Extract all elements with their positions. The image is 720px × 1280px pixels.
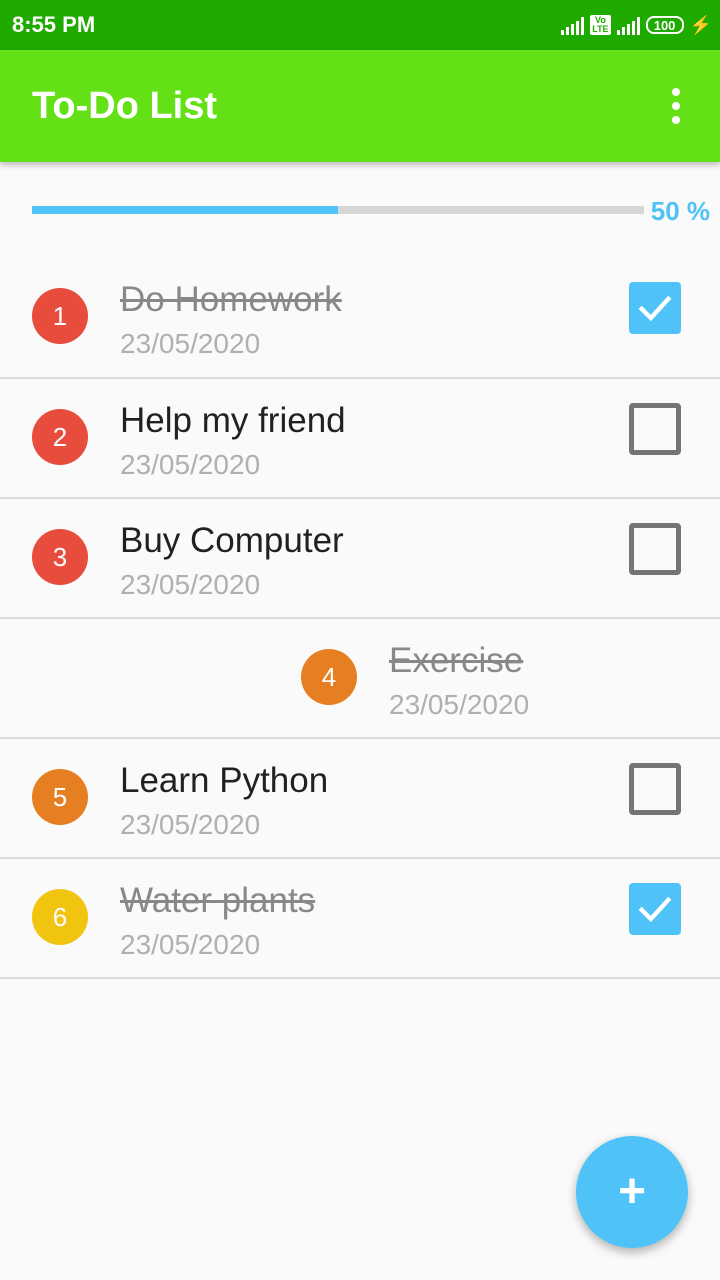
status-bar: 8:55 PM Vo LTE 100 ⚡ xyxy=(0,0,720,50)
task-number-badge: 2 xyxy=(32,409,88,465)
task-row-swiping[interactable]: 4 Exercise 23/05/2020 xyxy=(0,619,720,739)
task-title: Help my friend xyxy=(120,401,346,440)
task-date: 23/05/2020 xyxy=(389,689,530,720)
volte-icon: Vo LTE xyxy=(590,15,611,35)
task-date: 23/05/2020 xyxy=(120,929,261,960)
progress-bar xyxy=(32,206,644,214)
task-row[interactable]: 3 Buy Computer 23/05/2020 xyxy=(0,499,720,619)
task-date: 23/05/2020 xyxy=(120,569,261,600)
task-title: Do Homework xyxy=(120,280,342,319)
charging-icon: ⚡ xyxy=(689,15,712,35)
task-checkbox[interactable] xyxy=(629,523,681,575)
task-checkbox[interactable] xyxy=(629,883,681,935)
task-number-badge: 6 xyxy=(32,889,88,945)
add-task-button[interactable]: + xyxy=(576,1136,688,1248)
task-list: 1 Do Homework 23/05/2020 2 Help my frien… xyxy=(0,258,720,979)
task-number-badge: 1 xyxy=(32,288,88,344)
task-checkbox[interactable] xyxy=(629,763,681,815)
task-row[interactable]: 1 Do Homework 23/05/2020 xyxy=(0,258,720,379)
task-row[interactable]: 6 Water plants 23/05/2020 xyxy=(0,859,720,979)
task-number-badge: 3 xyxy=(32,529,88,585)
task-date: 23/05/2020 xyxy=(120,328,261,359)
add-icon: + xyxy=(617,1165,647,1218)
app-bar: To-Do List xyxy=(0,50,720,162)
task-title: Learn Python xyxy=(120,761,329,800)
task-title: Buy Computer xyxy=(120,521,344,560)
task-row[interactable]: 5 Learn Python 23/05/2020 xyxy=(0,739,720,859)
task-number-badge: 5 xyxy=(32,769,88,825)
status-time: 8:55 PM xyxy=(12,12,96,37)
more-vert-icon[interactable] xyxy=(660,88,692,124)
check-icon xyxy=(638,295,672,322)
task-checkbox[interactable] xyxy=(629,403,681,455)
battery-icon: 100 xyxy=(645,16,684,34)
task-title: Exercise xyxy=(389,641,524,680)
task-checkbox[interactable] xyxy=(629,282,681,334)
check-icon xyxy=(638,896,672,923)
task-row[interactable]: 2 Help my friend 23/05/2020 xyxy=(0,379,720,499)
battery-level: 100 xyxy=(653,17,676,33)
task-title: Water plants xyxy=(120,881,316,920)
task-number-badge: 4 xyxy=(301,649,357,705)
signal-icon-2 xyxy=(616,15,640,35)
signal-icon xyxy=(561,15,585,35)
progress-label: 50 % xyxy=(650,196,710,226)
task-date: 23/05/2020 xyxy=(120,449,261,480)
progress-fill xyxy=(32,206,338,214)
app-title: To-Do List xyxy=(32,85,218,127)
task-date: 23/05/2020 xyxy=(120,809,261,840)
status-icons: Vo LTE 100 ⚡ xyxy=(561,12,712,38)
